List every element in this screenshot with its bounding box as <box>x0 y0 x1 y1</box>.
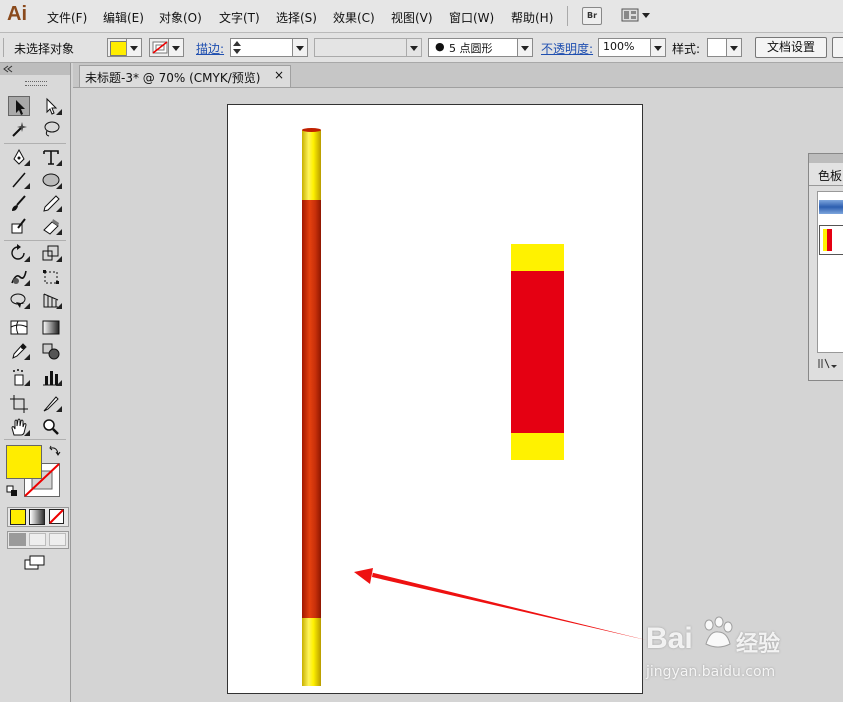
watermark-brand-suffix: 经验 <box>736 632 781 657</box>
watermark-url: jingyan.baidu.com <box>646 664 776 680</box>
panel-header[interactable] <box>809 154 843 163</box>
paw-logo-icon <box>704 616 733 648</box>
artwork-layer <box>302 128 646 686</box>
cylinder-middle-red <box>302 200 321 618</box>
swatch-red-strip <box>827 229 832 251</box>
cylinder-top-yellow <box>302 130 321 200</box>
cylinder-object[interactable] <box>302 128 321 686</box>
panel-tab[interactable]: 色板 <box>809 163 843 186</box>
cylinder-cap <box>302 128 321 132</box>
swatch-pattern[interactable] <box>819 225 843 255</box>
flat-rectangle-object[interactable] <box>511 244 564 460</box>
swatch-gradient[interactable] <box>819 200 843 214</box>
watermark-brand: Bai <box>646 622 693 655</box>
cylinder-bottom-yellow <box>302 618 321 686</box>
swatches-panel: 色板 <box>808 153 843 381</box>
annotation-arrow <box>354 568 646 640</box>
rect-bottom-yellow <box>511 433 564 460</box>
swatch-list <box>817 191 843 353</box>
rect-top-yellow <box>511 244 564 271</box>
watermark: Bai 经验 jingyan.baidu.com <box>636 604 836 684</box>
rect-middle-red <box>511 271 564 433</box>
swatch-library-menu-icon[interactable] <box>817 357 839 371</box>
swatches-title: 色板 <box>818 169 843 183</box>
